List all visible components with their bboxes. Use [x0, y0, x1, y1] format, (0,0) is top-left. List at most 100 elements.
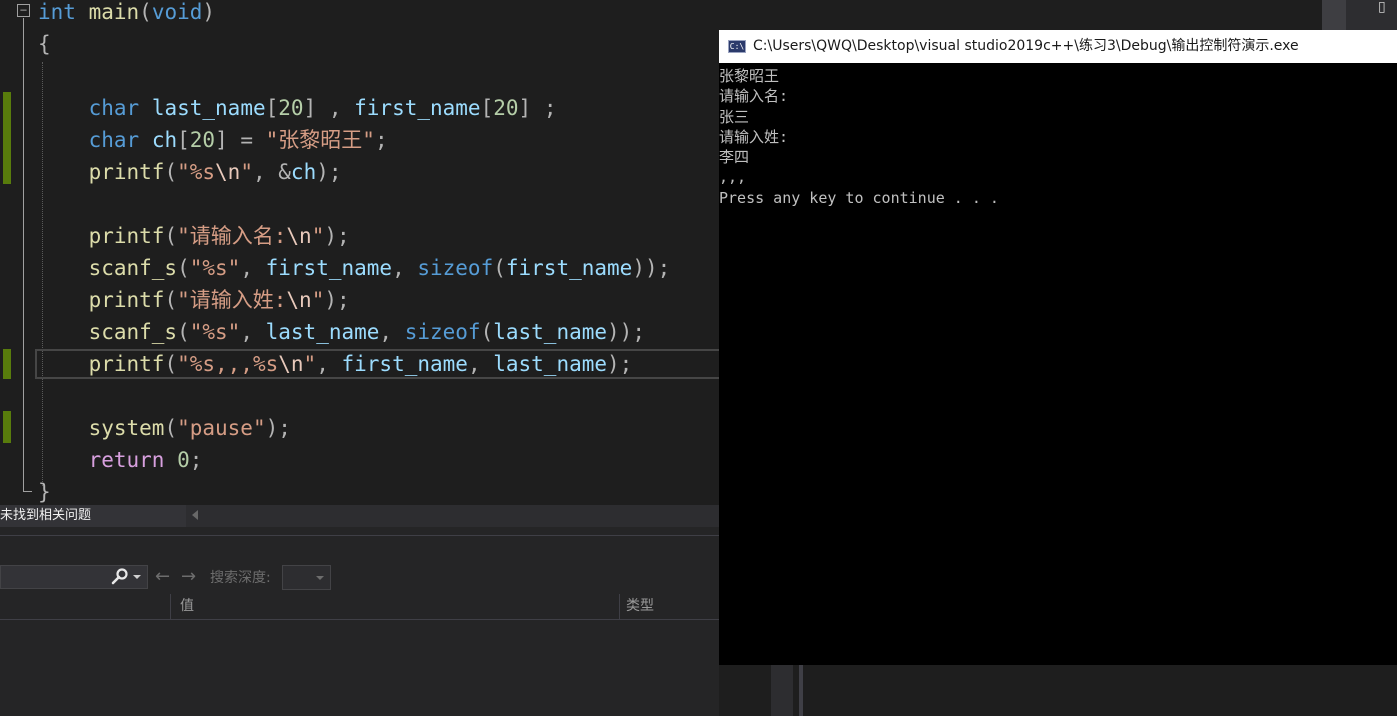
code-token: }: [38, 480, 51, 504]
console-title: C:\Users\QWQ\Desktop\visual studio2019c+…: [753, 38, 1299, 54]
scrollbar-track[interactable]: [771, 665, 793, 716]
code-token: first_name: [354, 96, 481, 120]
code-line[interactable]: {: [38, 28, 51, 60]
console-titlebar[interactable]: C:\ C:\Users\QWQ\Desktop\visual studio20…: [719, 30, 1397, 63]
issues-status[interactable]: 未找到相关问题: [0, 505, 186, 527]
code-token: (: [164, 352, 178, 376]
forward-arrow-icon[interactable]: →: [181, 568, 196, 586]
column-value[interactable]: 值: [171, 594, 620, 619]
code-token: 20: [189, 128, 216, 152]
code-line[interactable]: scanf_s("%s", first_name, sizeof(first_n…: [38, 252, 671, 284]
code-token: char: [88, 128, 140, 152]
code-token: ": [311, 224, 325, 248]
code-token: \n: [215, 160, 241, 184]
code-token: first_name: [505, 256, 633, 280]
code-line[interactable]: printf("%s,,,%s\n", first_name, last_nam…: [38, 348, 633, 380]
code-line[interactable]: printf("请输入姓:\n");: [38, 284, 350, 316]
console-output: 张黎昭王 请输入名: 张三 请输入姓: 李四,,, Press any key to co…: [719, 66, 1397, 208]
search-depth-label: 搜索深度:: [210, 570, 271, 586]
code-token: ,: [467, 352, 494, 376]
code-token: ,: [240, 320, 266, 344]
code-token: ": [303, 352, 317, 376]
code-token: (: [177, 256, 190, 280]
code-line[interactable]: char ch[20] = "张黎昭王";: [38, 124, 388, 156]
code-token: \n: [286, 224, 312, 248]
code-line[interactable]: printf("%s\n", &ch);: [38, 156, 342, 188]
search-icon[interactable]: [110, 567, 130, 587]
console-output-line: 请输入名:: [719, 87, 789, 106]
search-depth-select[interactable]: [282, 565, 331, 590]
code-token: int: [38, 0, 76, 24]
code-line[interactable]: char last_name[20] , first_name[20] ;: [38, 92, 557, 124]
console-output-line: 张三: [719, 107, 750, 126]
fold-line: [23, 18, 24, 492]
code-token: scanf_s: [88, 256, 178, 280]
console-window[interactable]: C:\ C:\Users\QWQ\Desktop\visual studio20…: [719, 30, 1397, 665]
code-line[interactable]: int main(void): [38, 0, 215, 28]
code-token: 20: [278, 96, 304, 120]
code-token: (: [480, 320, 494, 344]
code-token: ): [202, 0, 216, 24]
code-token: );: [324, 288, 350, 312]
code-token: "%s,,,%s: [177, 352, 279, 376]
code-token: (: [164, 416, 178, 440]
code-token: ] =: [215, 128, 266, 152]
scroll-left-icon[interactable]: [192, 510, 198, 520]
code-token: (: [139, 0, 152, 24]
code-token: last_name: [151, 96, 266, 120]
pause-icon[interactable]: ▯: [1378, 0, 1386, 14]
code-line[interactable]: scanf_s("%s", last_name, sizeof(last_nam…: [38, 316, 645, 348]
code-token: 0: [177, 448, 190, 472]
splitter[interactable]: [799, 665, 803, 716]
background-area: [719, 665, 1397, 716]
scrollbar-track[interactable]: [1322, 0, 1346, 30]
code-token: ;: [189, 448, 203, 472]
column-type-label[interactable]: 类型: [626, 597, 654, 615]
code-token: first_name: [341, 352, 468, 376]
column-name[interactable]: [0, 594, 171, 619]
panel-divider: [0, 535, 719, 536]
code-token: [: [177, 128, 190, 152]
search-dropdown-icon[interactable]: [133, 575, 141, 579]
code-token: main: [88, 0, 140, 24]
code-token: system: [88, 416, 165, 440]
watch-column-header: 值 类型: [0, 594, 719, 620]
code-token: last_name: [493, 352, 608, 376]
code-token: void: [151, 0, 203, 24]
code-token: "%s": [189, 320, 241, 344]
collapse-icon[interactable]: −: [17, 4, 30, 17]
code-token: ": [311, 288, 325, 312]
code-token: 20: [493, 96, 519, 120]
code-token: \n: [286, 288, 312, 312]
status-strip: 未找到相关问题: [0, 505, 719, 527]
code-token: ch: [290, 160, 317, 184]
code-token: {: [38, 32, 51, 56]
code-line[interactable]: }: [38, 476, 51, 508]
code-token: scanf_s: [88, 320, 178, 344]
code-token: (: [164, 224, 178, 248]
screen: − int main(void){ char last_name[20] , f…: [0, 0, 1397, 716]
code-line[interactable]: return 0;: [38, 444, 203, 476]
code-token: return: [88, 448, 165, 472]
code-token: first_name: [265, 256, 393, 280]
code-token: , &: [252, 160, 291, 184]
code-token: "请输入姓:: [177, 288, 287, 312]
watch-panel: ← → 搜索深度: 值 类型: [0, 527, 719, 716]
change-marker: [3, 92, 11, 184]
console-output-line: 张黎昭王: [719, 67, 780, 85]
code-line[interactable]: system("pause");: [38, 412, 291, 444]
code-line[interactable]: printf("请输入名:\n");: [38, 220, 350, 252]
back-arrow-icon[interactable]: ←: [155, 568, 170, 586]
